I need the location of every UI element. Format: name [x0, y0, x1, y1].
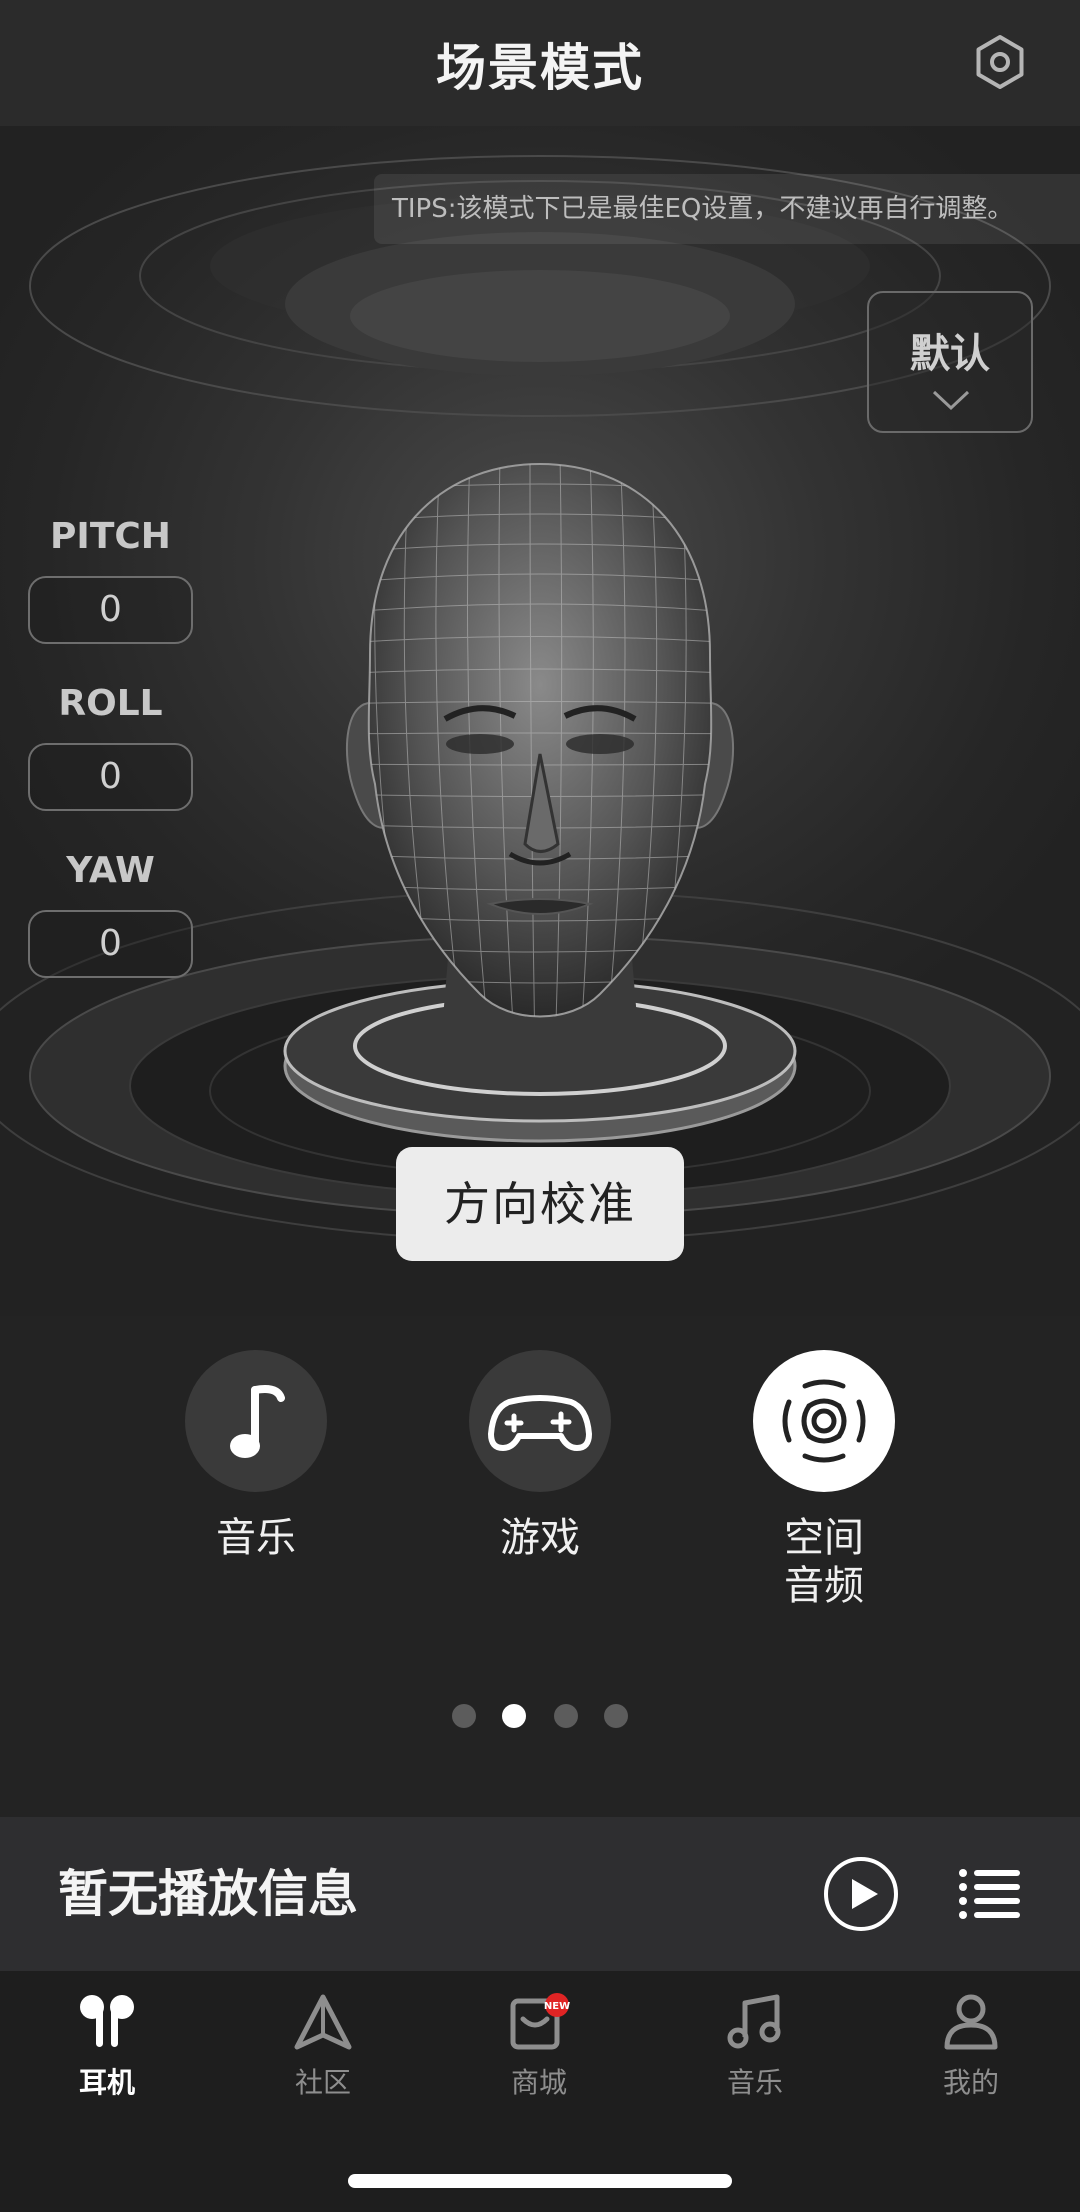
- mode-spatial-audio-line1: 空间: [784, 1515, 864, 1561]
- mode-music-circle: [185, 1350, 327, 1492]
- pitch-value: 0: [28, 576, 193, 644]
- shop-icon: NEW: [510, 1993, 570, 2050]
- mode-game-label: 游戏: [500, 1515, 580, 1561]
- yaw-label: YAW: [66, 850, 155, 891]
- tab-shop-label: 商城: [510, 2066, 567, 2099]
- mode-spatial-audio[interactable]: 空间 音频: [752, 1350, 896, 1610]
- page-indicator: [0, 1704, 1080, 1728]
- gamepad-icon: [488, 1395, 592, 1451]
- bottom-tab-bar: 耳机 社区 NEW 商城 音乐 我的: [0, 1971, 1080, 2212]
- profile-icon: [944, 1994, 998, 2050]
- now-playing-bar[interactable]: 暂无播放信息: [0, 1817, 1080, 1971]
- mode-game-circle: [469, 1350, 611, 1492]
- mode-spatial-audio-line2: 音频: [784, 1563, 864, 1609]
- music-note-icon: [230, 1385, 285, 1458]
- new-badge-text: NEW: [544, 2001, 570, 2012]
- tab-music-label: 音乐: [726, 2066, 783, 2099]
- mode-game[interactable]: 游戏: [468, 1350, 612, 1562]
- pitch-label: PITCH: [50, 516, 171, 557]
- preset-label: 默认: [910, 331, 990, 377]
- header-bar: 场景模式: [0, 0, 1080, 127]
- tab-profile-label: 我的: [942, 2066, 999, 2099]
- tab-earbuds-label: 耳机: [78, 2066, 135, 2099]
- mode-spatial-audio-label: 空间 音频: [752, 1514, 896, 1610]
- playlist-icon[interactable]: [958, 1867, 1020, 1921]
- tab-community[interactable]: 社区: [243, 1993, 403, 2101]
- page-title: 场景模式: [436, 39, 644, 97]
- roll-label: ROLL: [58, 683, 163, 724]
- wireframe-head-model: [345, 462, 735, 1054]
- spatial-stage: TIPS:该模式下已是最佳EQ设置，不建议再自行调整。 默认 PITCH 0 R…: [0, 126, 1080, 1316]
- tab-shop[interactable]: NEW 商城: [459, 1993, 619, 2101]
- page-dot-3[interactable]: [554, 1704, 578, 1728]
- page-dot-2[interactable]: [502, 1704, 526, 1728]
- settings-button[interactable]: [972, 34, 1028, 90]
- settings-gear-icon: [976, 35, 1024, 89]
- music-icon: [727, 1994, 781, 2049]
- home-indicator[interactable]: [348, 2174, 732, 2188]
- spatial-audio-icon: [782, 1379, 866, 1463]
- play-icon[interactable]: [822, 1855, 900, 1933]
- tab-community-label: 社区: [294, 2066, 351, 2099]
- roll-value: 0: [28, 743, 193, 811]
- yaw-value: 0: [28, 910, 193, 978]
- mode-music-label: 音乐: [216, 1515, 296, 1561]
- tips-banner: TIPS:该模式下已是最佳EQ设置，不建议再自行调整。: [374, 174, 1080, 244]
- preset-dropdown[interactable]: 默认: [867, 291, 1033, 433]
- chevron-down-icon: [932, 390, 970, 411]
- calibrate-button[interactable]: 方向校准: [396, 1147, 684, 1261]
- tab-profile[interactable]: 我的: [891, 1993, 1051, 2101]
- now-playing-title: 暂无播放信息: [58, 1865, 358, 1923]
- page-dot-4[interactable]: [604, 1704, 628, 1728]
- mode-spatial-audio-circle: [753, 1350, 895, 1492]
- triangle-icon: [294, 1994, 352, 2050]
- earbuds-icon: [80, 1995, 134, 2047]
- tab-music[interactable]: 音乐: [675, 1993, 835, 2101]
- tab-earbuds[interactable]: 耳机: [27, 1993, 187, 2101]
- page-dot-1[interactable]: [452, 1704, 476, 1728]
- mode-music[interactable]: 音乐: [184, 1350, 328, 1562]
